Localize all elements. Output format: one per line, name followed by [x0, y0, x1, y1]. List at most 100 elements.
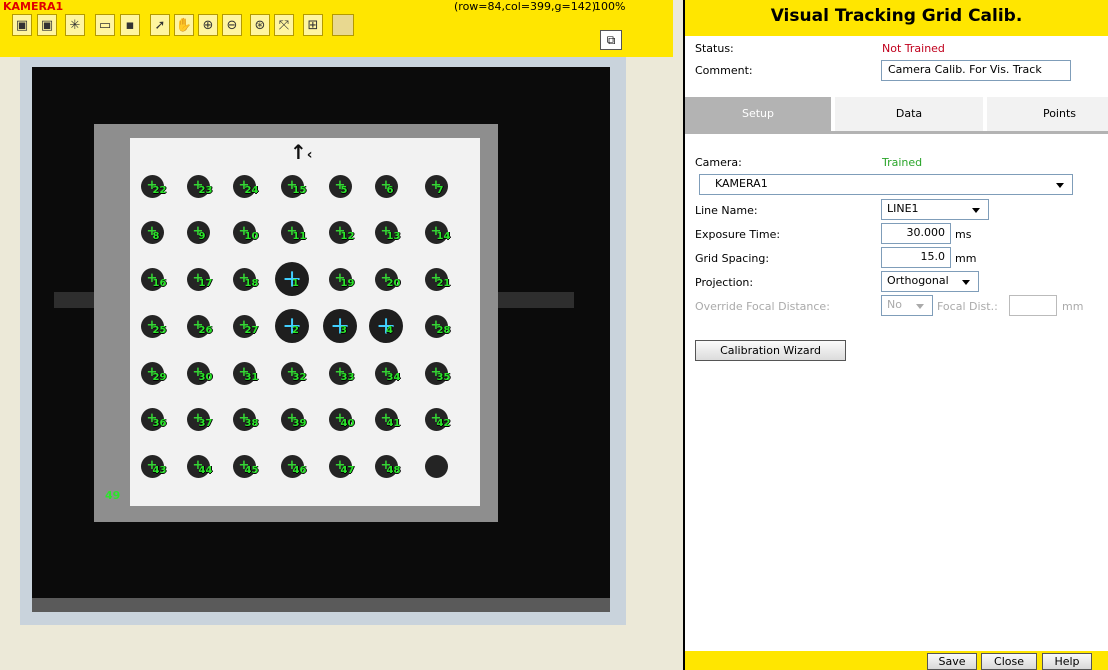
exposure-label: Exposure Time: — [695, 228, 781, 241]
dot-label: 10 — [244, 230, 259, 242]
projection-select[interactable]: Orthogonal — [881, 271, 979, 292]
blank-icon[interactable] — [332, 14, 354, 36]
dot-label: 14 — [436, 230, 451, 242]
fit-window-icon[interactable]: ⧉ — [600, 30, 622, 50]
dot-label: 49 — [105, 489, 121, 502]
line-name-select[interactable]: LINE1 — [881, 199, 989, 220]
chevron-down-icon — [916, 304, 924, 309]
tab-setup[interactable]: Setup — [685, 97, 831, 131]
footer-bar: Save Close Help — [685, 651, 1108, 670]
grid-spacing-label: Grid Spacing: — [695, 252, 770, 265]
burst-icon[interactable]: ✳ — [65, 14, 85, 36]
dot-label: 26 — [198, 324, 213, 336]
dot-label: 1 — [292, 278, 299, 289]
calibration-dot: +14 — [424, 220, 451, 244]
calibration-dot: +31 — [232, 361, 259, 385]
live-icon[interactable]: ▣ — [12, 14, 32, 36]
dot-label: 30 — [198, 371, 213, 383]
dot-label: 31 — [244, 371, 259, 383]
calibration-dot: +18 — [232, 267, 259, 291]
dot-label: 17 — [198, 277, 213, 289]
status-label: Status: — [695, 42, 734, 55]
panel-title: Visual Tracking Grid Calib. — [685, 0, 1108, 36]
open-folder-icon[interactable]: ▭ — [95, 14, 115, 36]
tab-points[interactable]: Points — [987, 97, 1108, 131]
dot-label: 18 — [244, 277, 259, 289]
tab-data[interactable]: Data — [835, 97, 983, 131]
dot-label: 22 — [152, 184, 167, 196]
tool-panel: Visual Tracking Grid Calib. Status: Not … — [683, 0, 1108, 670]
zoom-fit-icon[interactable]: ⊛ — [250, 14, 270, 36]
zoom-out-icon[interactable]: ⊖ — [222, 14, 242, 36]
dot-label: 34 — [386, 371, 401, 383]
dot-label: 28 — [436, 324, 451, 336]
dot-label: 42 — [436, 417, 451, 429]
calibration-dot: +5 — [328, 174, 352, 198]
dot-label: 4 — [386, 325, 393, 336]
calibration-wizard-button[interactable]: Calibration Wizard — [695, 340, 846, 361]
dot-label: 40 — [340, 417, 355, 429]
dot-label: 3 — [340, 325, 347, 336]
calibration-dot: +12 — [328, 220, 355, 244]
override-focal-value: No — [887, 298, 902, 311]
calibration-dot: +17 — [186, 267, 213, 291]
dot-label: 20 — [386, 277, 401, 289]
calibration-dot: +29 — [140, 361, 166, 385]
close-button[interactable]: Close — [981, 653, 1037, 670]
orientation-arrow-icon: ↑‹ — [290, 140, 313, 164]
calibration-dot: +22 — [140, 174, 167, 198]
calibration-dot: +35 — [424, 361, 450, 385]
calibration-dot: +34 — [374, 361, 401, 385]
calibration-dot: +9 — [186, 220, 210, 244]
expand-icon[interactable]: ⤧ — [274, 14, 294, 36]
focal-dist-input[interactable] — [1009, 295, 1057, 316]
snapshot-icon[interactable]: ▣ — [37, 14, 57, 36]
calibration-dot: +10 — [232, 220, 259, 244]
line-name-label: Line Name: — [695, 204, 758, 217]
save-button[interactable]: Save — [927, 653, 977, 670]
camera-name: KAMERA1 — [3, 0, 64, 13]
override-focal-select[interactable]: No — [881, 295, 933, 316]
override-focal-label: Override Focal Distance: — [695, 300, 830, 313]
dot-label: 24 — [244, 184, 259, 196]
calibration-dot: +39 — [280, 407, 306, 431]
camera-status: Trained — [882, 156, 923, 169]
calibration-dot: +43 — [140, 454, 166, 478]
pointer-icon[interactable]: ➚ — [150, 14, 170, 36]
calibration-dot: +48 — [374, 454, 401, 478]
tab-underline — [685, 131, 1108, 134]
chevron-down-icon — [1056, 183, 1064, 188]
pan-hand-icon[interactable]: ✋ — [174, 14, 194, 36]
dot-label: 7 — [436, 184, 444, 196]
dot-label: 38 — [244, 417, 259, 429]
chevron-down-icon — [962, 280, 970, 285]
calibration-dot: +33 — [328, 361, 354, 385]
dot-label: 5 — [340, 184, 348, 196]
dot-label: 12 — [340, 230, 355, 242]
calibration-dot: + — [424, 454, 448, 478]
zoom-in-icon[interactable]: ⊕ — [198, 14, 218, 36]
exposure-input[interactable]: 30.000 — [881, 223, 951, 244]
calibration-dot: +13 — [374, 220, 400, 244]
calibration-dot: +30 — [186, 361, 213, 385]
calibration-dot: +19 — [328, 267, 355, 291]
calibration-dot: +32 — [280, 361, 306, 385]
help-button[interactable]: Help — [1042, 653, 1092, 670]
image-floor-strip — [32, 598, 610, 612]
camera-select[interactable]: KAMERA1 — [699, 174, 1073, 195]
dot-label: 11 — [292, 230, 307, 242]
comment-input[interactable]: Camera Calib. For Vis. Track — [881, 60, 1071, 81]
line-name-value: LINE1 — [887, 202, 919, 215]
pixel-readout: (row=84,col=399,g=142) — [454, 0, 597, 13]
dot-label: 25 — [152, 324, 167, 336]
overlay-grid-icon[interactable]: ⊞ — [303, 14, 323, 36]
save-icon[interactable]: ▪ — [120, 14, 140, 36]
dot-label: 19 — [340, 277, 355, 289]
calibration-dot: +7 — [424, 174, 448, 198]
calibration-dot: +20 — [374, 267, 401, 291]
dot-label: 27 — [244, 324, 259, 336]
dot-label: 48 — [386, 464, 401, 476]
dot-label: 9 — [198, 230, 206, 242]
grid-spacing-input[interactable]: 15.0 — [881, 247, 951, 268]
calibration-dot: +8 — [140, 220, 164, 244]
